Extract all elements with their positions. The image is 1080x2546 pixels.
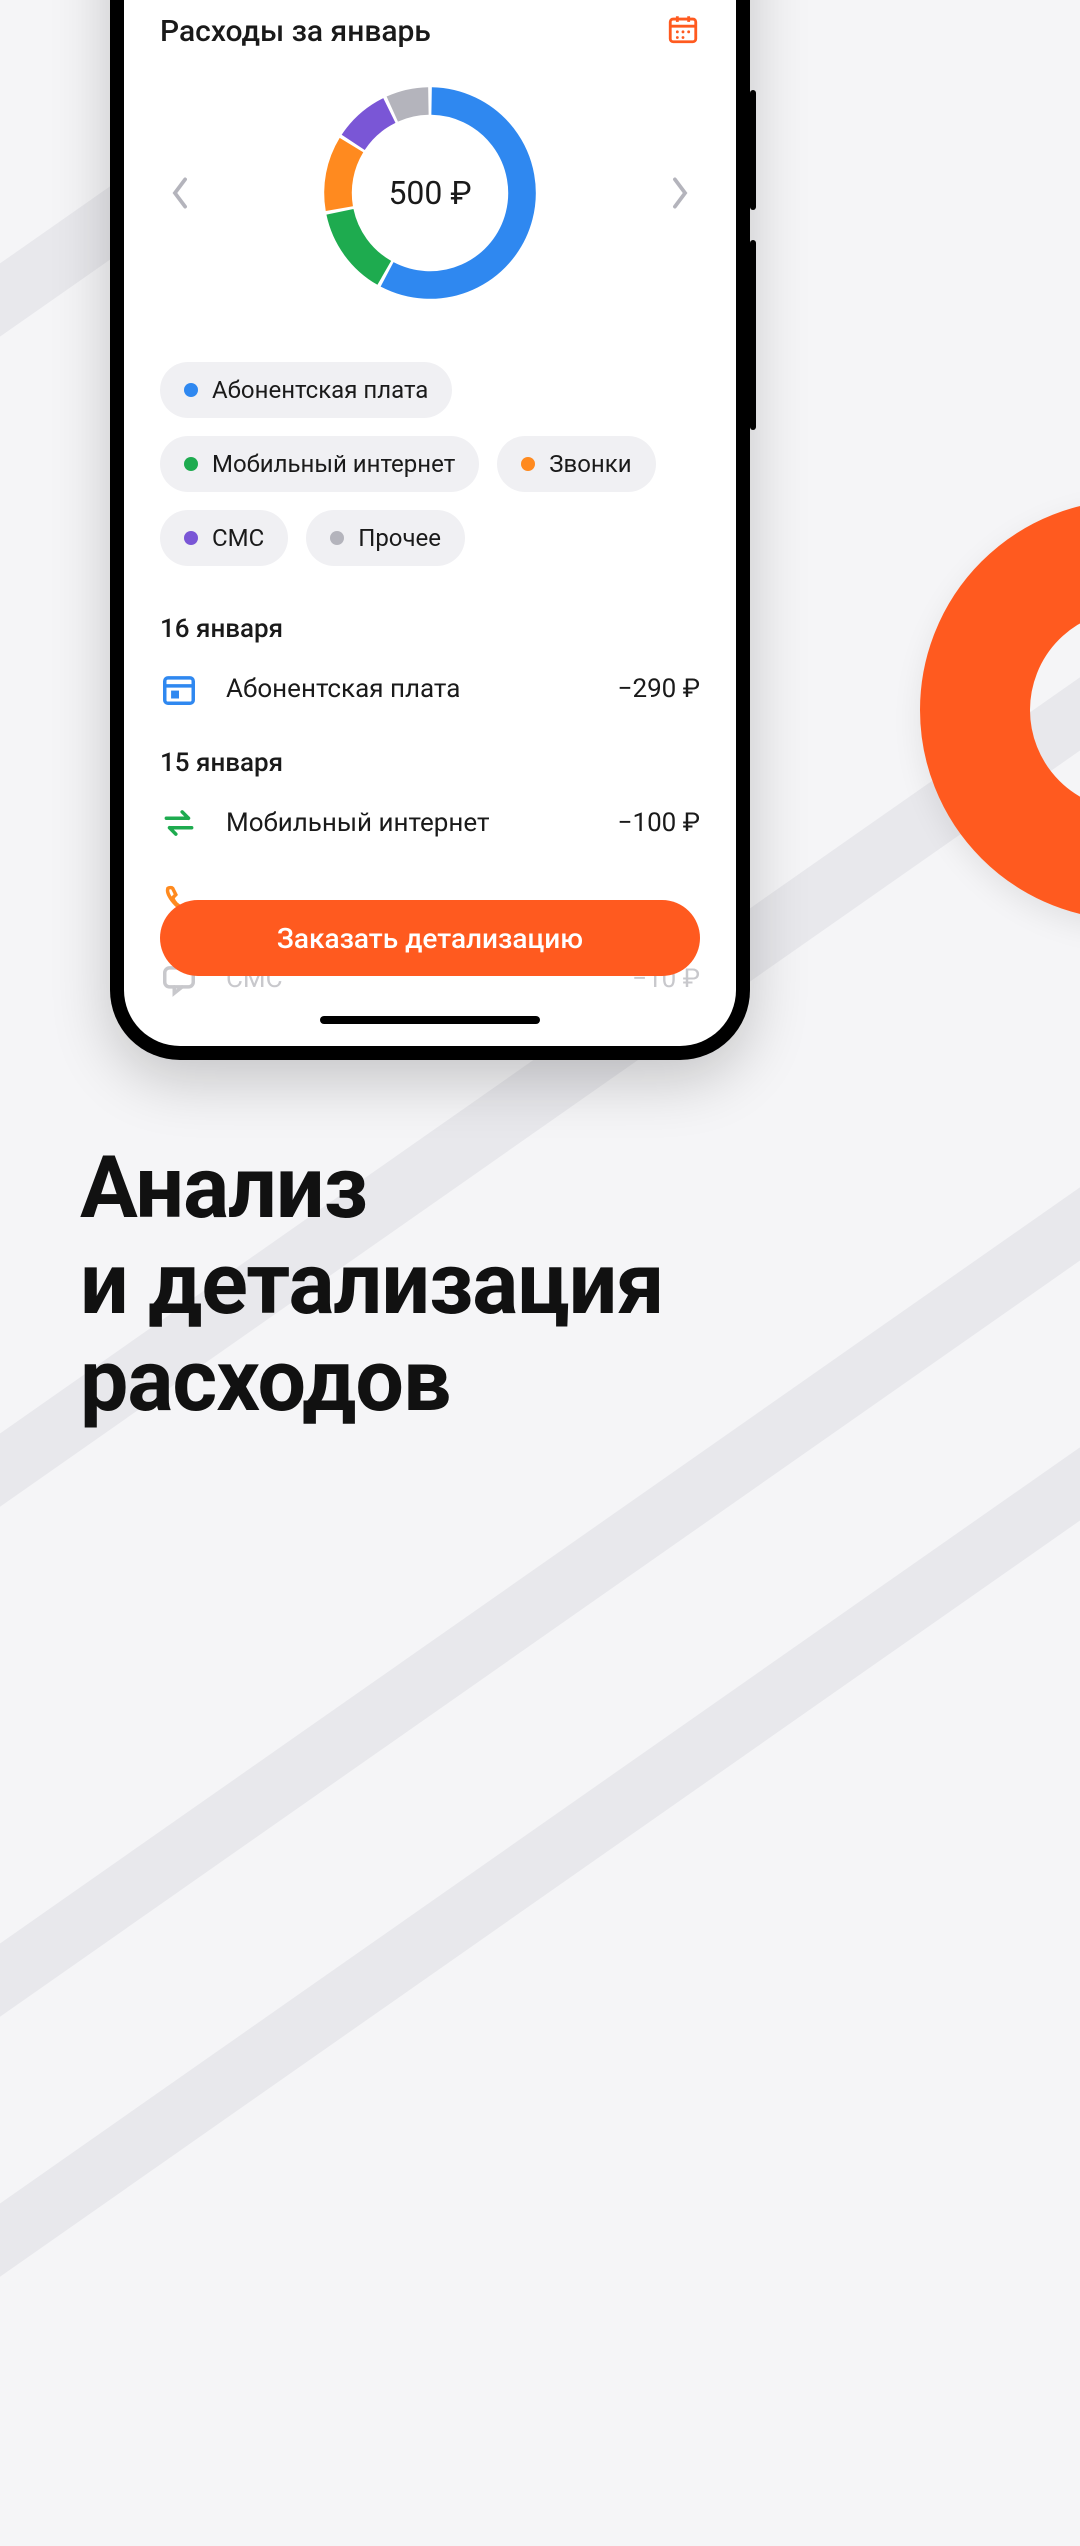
page-title: Расходы за январь [160, 14, 431, 49]
promo-line3: расходов [80, 1333, 663, 1429]
transaction-amount: −100 ₽ [618, 808, 700, 838]
legend-chip[interactable]: СМС [160, 510, 288, 566]
arrows-icon [160, 804, 198, 842]
phone-side-button [750, 90, 756, 210]
legend-dot-icon [184, 531, 198, 545]
home-indicator [320, 1016, 540, 1024]
order-details-button[interactable]: Заказать детализацию [160, 900, 700, 976]
phone-side-button [750, 240, 756, 430]
date-heading: 15 января [160, 748, 700, 778]
legend-chip[interactable]: Абонентская плата [160, 362, 452, 418]
calendar-icon [160, 670, 198, 708]
legend-chip-label: Звонки [549, 450, 631, 478]
legend-chip-label: СМС [212, 524, 264, 552]
promo-title: Анализ и детализация расходов [80, 1140, 663, 1429]
legend-chip[interactable]: Звонки [497, 436, 655, 492]
donut-center-value: 500 ₽ [315, 78, 545, 308]
legend-dot-icon [184, 383, 198, 397]
legend-chip[interactable]: Мобильный интернет [160, 436, 479, 492]
legend-dot-icon [184, 457, 198, 471]
date-heading: 16 января [160, 614, 700, 644]
legend-dot-icon [330, 531, 344, 545]
transaction-amount: −290 ₽ [618, 674, 700, 704]
phone-frame: Расходы за январь [110, 0, 750, 1060]
transaction-label: Мобильный интернет [226, 808, 590, 838]
chevron-right-icon[interactable] [660, 173, 700, 213]
legend-dot-icon [521, 457, 535, 471]
legend-chip[interactable]: Прочее [306, 510, 465, 566]
transaction-row[interactable]: Абонентская плата −290 ₽ [160, 670, 700, 708]
promo-line1: Анализ [80, 1140, 663, 1236]
header: Расходы за январь [160, 12, 700, 50]
legend-chips: Абонентская плата Мобильный интернет Звонк… [160, 362, 700, 566]
chart-row: 500 ₽ [160, 78, 700, 308]
legend-chip-label: Абонентская плата [212, 376, 428, 404]
transaction-row[interactable]: Мобильный интернет −100 ₽ [160, 804, 700, 842]
order-details-label: Заказать детализацию [277, 922, 583, 955]
chevron-left-icon[interactable] [160, 173, 200, 213]
donut-chart: 500 ₽ [315, 78, 545, 308]
legend-chip-label: Прочее [358, 524, 441, 552]
bg-decor-ring [920, 500, 1080, 920]
promo-line2: и детализация [80, 1236, 663, 1332]
legend-chip-label: Мобильный интернет [212, 450, 455, 478]
phone-screen: Расходы за январь [124, 0, 736, 1046]
transaction-label: Абонентская плата [226, 674, 590, 704]
calendar-icon[interactable] [666, 12, 700, 50]
